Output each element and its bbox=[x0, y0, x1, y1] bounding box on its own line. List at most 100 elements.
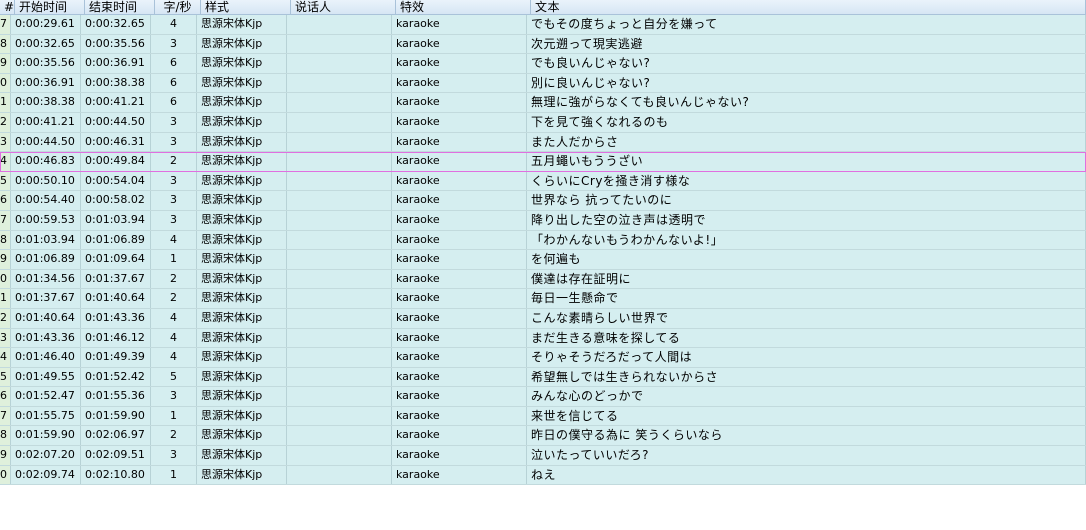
end-time-cell[interactable]: 0:02:06.97 bbox=[81, 426, 151, 446]
style-cell[interactable]: 思源宋体Kjp bbox=[197, 73, 287, 93]
text-cell[interactable]: みんな心のどっかで bbox=[527, 387, 1086, 406]
actor-cell[interactable] bbox=[287, 446, 392, 465]
table-row[interactable]: 2 0:01:40.64 0:01:43.36 4 思源宋体Kjp karaoke こんな素… bbox=[0, 308, 1086, 329]
actor-cell[interactable] bbox=[287, 465, 392, 485]
cps-cell[interactable]: 4 bbox=[151, 15, 197, 34]
effect-cell[interactable]: karaoke bbox=[392, 387, 527, 406]
header-cps[interactable]: 字/秒 bbox=[155, 0, 201, 14]
style-cell[interactable]: 思源宋体Kjp bbox=[197, 250, 287, 269]
table-row[interactable]: 9 0:00:35.56 0:00:36.91 6 思源宋体Kjp karaoke でも良い… bbox=[0, 54, 1086, 74]
end-time-cell[interactable]: 0:00:32.65 bbox=[81, 15, 151, 34]
start-time-cell[interactable]: 0:01:40.64 bbox=[11, 308, 81, 328]
start-time-cell[interactable]: 0:00:54.40 bbox=[11, 191, 81, 210]
table-row[interactable]: 1 0:00:38.38 0:00:41.21 6 思源宋体Kjp karaoke 無理に強… bbox=[0, 93, 1086, 113]
end-time-cell[interactable]: 0:00:41.21 bbox=[81, 93, 151, 112]
effect-cell[interactable]: karaoke bbox=[392, 15, 527, 34]
end-time-cell[interactable]: 0:02:10.80 bbox=[81, 465, 151, 485]
style-cell[interactable]: 思源宋体Kjp bbox=[197, 230, 287, 250]
table-row[interactable]: 0 0:01:34.56 0:01:37.67 2 思源宋体Kjp karaoke 僕達は存… bbox=[0, 269, 1086, 290]
style-cell[interactable]: 思源宋体Kjp bbox=[197, 132, 287, 152]
start-time-cell[interactable]: 0:01:52.47 bbox=[11, 387, 81, 406]
text-cell[interactable]: こんな素晴らしい世界で bbox=[527, 308, 1086, 328]
effect-cell[interactable]: karaoke bbox=[392, 269, 527, 289]
row-number[interactable]: 7 bbox=[0, 210, 11, 230]
style-cell[interactable]: 思源宋体Kjp bbox=[197, 93, 287, 112]
row-number[interactable]: 9 bbox=[0, 446, 11, 465]
effect-cell[interactable]: karaoke bbox=[392, 426, 527, 446]
header-effect[interactable]: 特效 bbox=[396, 0, 531, 14]
end-time-cell[interactable]: 0:00:54.04 bbox=[81, 171, 151, 191]
table-row[interactable]: 2 0:00:41.21 0:00:44.50 3 思源宋体Kjp karaoke 下を見て… bbox=[0, 112, 1086, 133]
end-time-cell[interactable]: 0:01:06.89 bbox=[81, 230, 151, 250]
start-time-cell[interactable]: 0:00:44.50 bbox=[11, 132, 81, 152]
end-time-cell[interactable]: 0:02:09.51 bbox=[81, 446, 151, 465]
style-cell[interactable]: 思源宋体Kjp bbox=[197, 387, 287, 406]
row-number[interactable]: 0 bbox=[0, 73, 11, 93]
effect-cell[interactable]: karaoke bbox=[392, 328, 527, 348]
style-cell[interactable]: 思源宋体Kjp bbox=[197, 367, 287, 387]
row-number[interactable]: 5 bbox=[0, 171, 11, 191]
table-row[interactable]: 7 0:00:59.53 0:01:03.94 3 思源宋体Kjp karaoke 降り出し… bbox=[0, 210, 1086, 231]
style-cell[interactable]: 思源宋体Kjp bbox=[197, 54, 287, 73]
end-time-cell[interactable]: 0:01:52.42 bbox=[81, 367, 151, 387]
text-cell[interactable]: 泣いたっていいだろ? bbox=[527, 446, 1086, 465]
style-cell[interactable]: 思源宋体Kjp bbox=[197, 15, 287, 34]
subtitle-grid[interactable]: # 开始时间 结束时间 字/秒 样式 说话人 特效 文本 7 0:00:29.61… bbox=[0, 0, 1086, 530]
end-time-cell[interactable]: 0:00:49.84 bbox=[81, 152, 151, 171]
table-row[interactable]: 9 0:02:07.20 0:02:09.51 3 思源宋体Kjp karaoke 泣いたっ… bbox=[0, 446, 1086, 466]
text-cell[interactable]: 下を見て強くなれるのも bbox=[527, 112, 1086, 132]
row-number[interactable]: 1 bbox=[0, 289, 11, 308]
cps-cell[interactable]: 2 bbox=[151, 426, 197, 446]
actor-cell[interactable] bbox=[287, 112, 392, 132]
style-cell[interactable]: 思源宋体Kjp bbox=[197, 112, 287, 132]
actor-cell[interactable] bbox=[287, 15, 392, 34]
row-number[interactable]: 7 bbox=[0, 406, 11, 426]
table-row[interactable]: 3 0:01:43.36 0:01:46.12 4 思源宋体Kjp karaoke まだ生き… bbox=[0, 328, 1086, 349]
start-time-cell[interactable]: 0:00:59.53 bbox=[11, 210, 81, 230]
actor-cell[interactable] bbox=[287, 250, 392, 269]
text-cell[interactable]: くらいにCryを掻き消す様な bbox=[527, 171, 1086, 191]
table-row-selected[interactable]: 4 0:00:46.83 0:00:49.84 2 思源宋体Kjp karaoke 五月蠅い… bbox=[0, 152, 1086, 172]
row-number[interactable]: 2 bbox=[0, 308, 11, 328]
style-cell[interactable]: 思源宋体Kjp bbox=[197, 406, 287, 426]
cps-cell[interactable]: 3 bbox=[151, 387, 197, 406]
style-cell[interactable]: 思源宋体Kjp bbox=[197, 171, 287, 191]
row-number[interactable]: 6 bbox=[0, 191, 11, 210]
cps-cell[interactable]: 1 bbox=[151, 250, 197, 269]
text-cell[interactable]: また人だからさ bbox=[527, 132, 1086, 152]
row-number[interactable]: 8 bbox=[0, 34, 11, 54]
end-time-cell[interactable]: 0:00:46.31 bbox=[81, 132, 151, 152]
row-number[interactable]: 3 bbox=[0, 328, 11, 348]
effect-cell[interactable]: karaoke bbox=[392, 132, 527, 152]
row-number[interactable]: 2 bbox=[0, 112, 11, 132]
text-cell[interactable]: 希望無しでは生きられないからさ bbox=[527, 367, 1086, 387]
row-number[interactable]: 8 bbox=[0, 230, 11, 250]
start-time-cell[interactable]: 0:00:36.91 bbox=[11, 73, 81, 93]
end-time-cell[interactable]: 0:01:55.36 bbox=[81, 387, 151, 406]
effect-cell[interactable]: karaoke bbox=[392, 210, 527, 230]
text-cell[interactable]: 降り出した空の泣き声は透明で bbox=[527, 210, 1086, 230]
end-time-cell[interactable]: 0:01:46.12 bbox=[81, 328, 151, 348]
actor-cell[interactable] bbox=[287, 191, 392, 210]
start-time-cell[interactable]: 0:00:35.56 bbox=[11, 54, 81, 73]
text-cell[interactable]: 五月蠅いもううざい bbox=[527, 152, 1086, 171]
row-number[interactable]: 4 bbox=[0, 152, 11, 171]
table-row[interactable]: 7 0:00:29.61 0:00:32.65 4 思源宋体Kjp karaoke でもその… bbox=[0, 15, 1086, 35]
table-row[interactable]: 9 0:01:06.89 0:01:09.64 1 思源宋体Kjp karaoke を何遍も bbox=[0, 250, 1086, 270]
effect-cell[interactable]: karaoke bbox=[392, 152, 527, 171]
table-row[interactable]: 4 0:01:46.40 0:01:49.39 4 思源宋体Kjp karaoke そりゃそ… bbox=[0, 348, 1086, 368]
start-time-cell[interactable]: 0:00:38.38 bbox=[11, 93, 81, 112]
text-cell[interactable]: でも良いんじゃない? bbox=[527, 54, 1086, 73]
row-number[interactable]: 3 bbox=[0, 132, 11, 152]
start-time-cell[interactable]: 0:01:03.94 bbox=[11, 230, 81, 250]
actor-cell[interactable] bbox=[287, 406, 392, 426]
start-time-cell[interactable]: 0:00:29.61 bbox=[11, 15, 81, 34]
start-time-cell[interactable]: 0:01:34.56 bbox=[11, 269, 81, 289]
style-cell[interactable]: 思源宋体Kjp bbox=[197, 34, 287, 54]
text-cell[interactable]: 「わかんないもうわかんないよ!」 bbox=[527, 230, 1086, 250]
actor-cell[interactable] bbox=[287, 93, 392, 112]
table-row[interactable]: 0 0:02:09.74 0:02:10.80 1 思源宋体Kjp karaoke ねえ bbox=[0, 465, 1086, 486]
actor-cell[interactable] bbox=[287, 328, 392, 348]
row-number[interactable]: 8 bbox=[0, 426, 11, 446]
text-cell[interactable]: でもその度ちょっと自分を嫌って bbox=[527, 15, 1086, 34]
